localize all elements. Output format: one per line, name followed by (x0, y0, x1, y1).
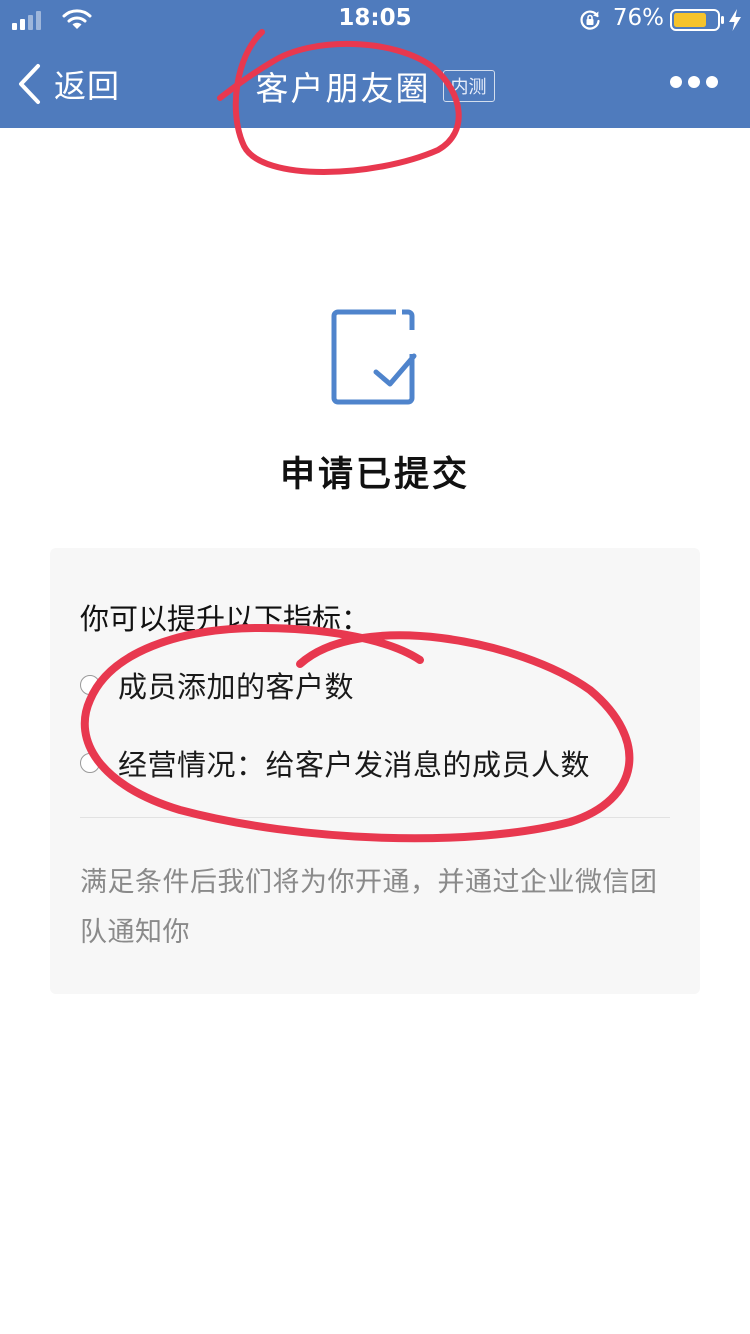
radio-icon (80, 753, 100, 773)
battery-icon (670, 9, 724, 31)
criteria-item[interactable]: 成员添加的客户数 (80, 665, 354, 705)
more-button[interactable] (670, 74, 718, 90)
navigation-bar: 返回 客户朋友圈 内测 (0, 40, 750, 128)
criteria-heading: 你可以提升以下指标： (80, 602, 371, 636)
criteria-item[interactable]: 经营情况：给客户发消息的成员人数 (80, 743, 590, 783)
more-icon (688, 76, 700, 88)
battery-percent: 76% (612, 5, 664, 31)
divider (80, 817, 670, 818)
more-icon (670, 76, 682, 88)
top-bar: 18:05 76% 返回 客户朋友圈 内测 (0, 0, 750, 128)
status-bar: 18:05 76% (0, 0, 750, 40)
beta-badge: 内测 (442, 70, 495, 102)
title-group: 客户朋友圈 内测 (0, 62, 750, 110)
criteria-label: 经营情况：给客户发消息的成员人数 (118, 748, 591, 782)
radio-icon (80, 675, 100, 695)
criteria-label: 成员添加的客户数 (118, 670, 355, 704)
more-icon (706, 76, 718, 88)
charging-icon (729, 9, 741, 31)
notice-text: 满足条件后我们将为你开通，并通过企业微信团队通知你 (80, 867, 658, 948)
check-document-icon (331, 309, 417, 405)
result-title: 申请已提交 (279, 455, 470, 495)
criteria-card: 你可以提升以下指标： 成员添加的客户数 经营情况：给客户发消息的成员人数 满足条… (50, 548, 700, 994)
page-title: 客户朋友圈 (255, 69, 431, 108)
rotation-lock-icon (580, 10, 600, 30)
